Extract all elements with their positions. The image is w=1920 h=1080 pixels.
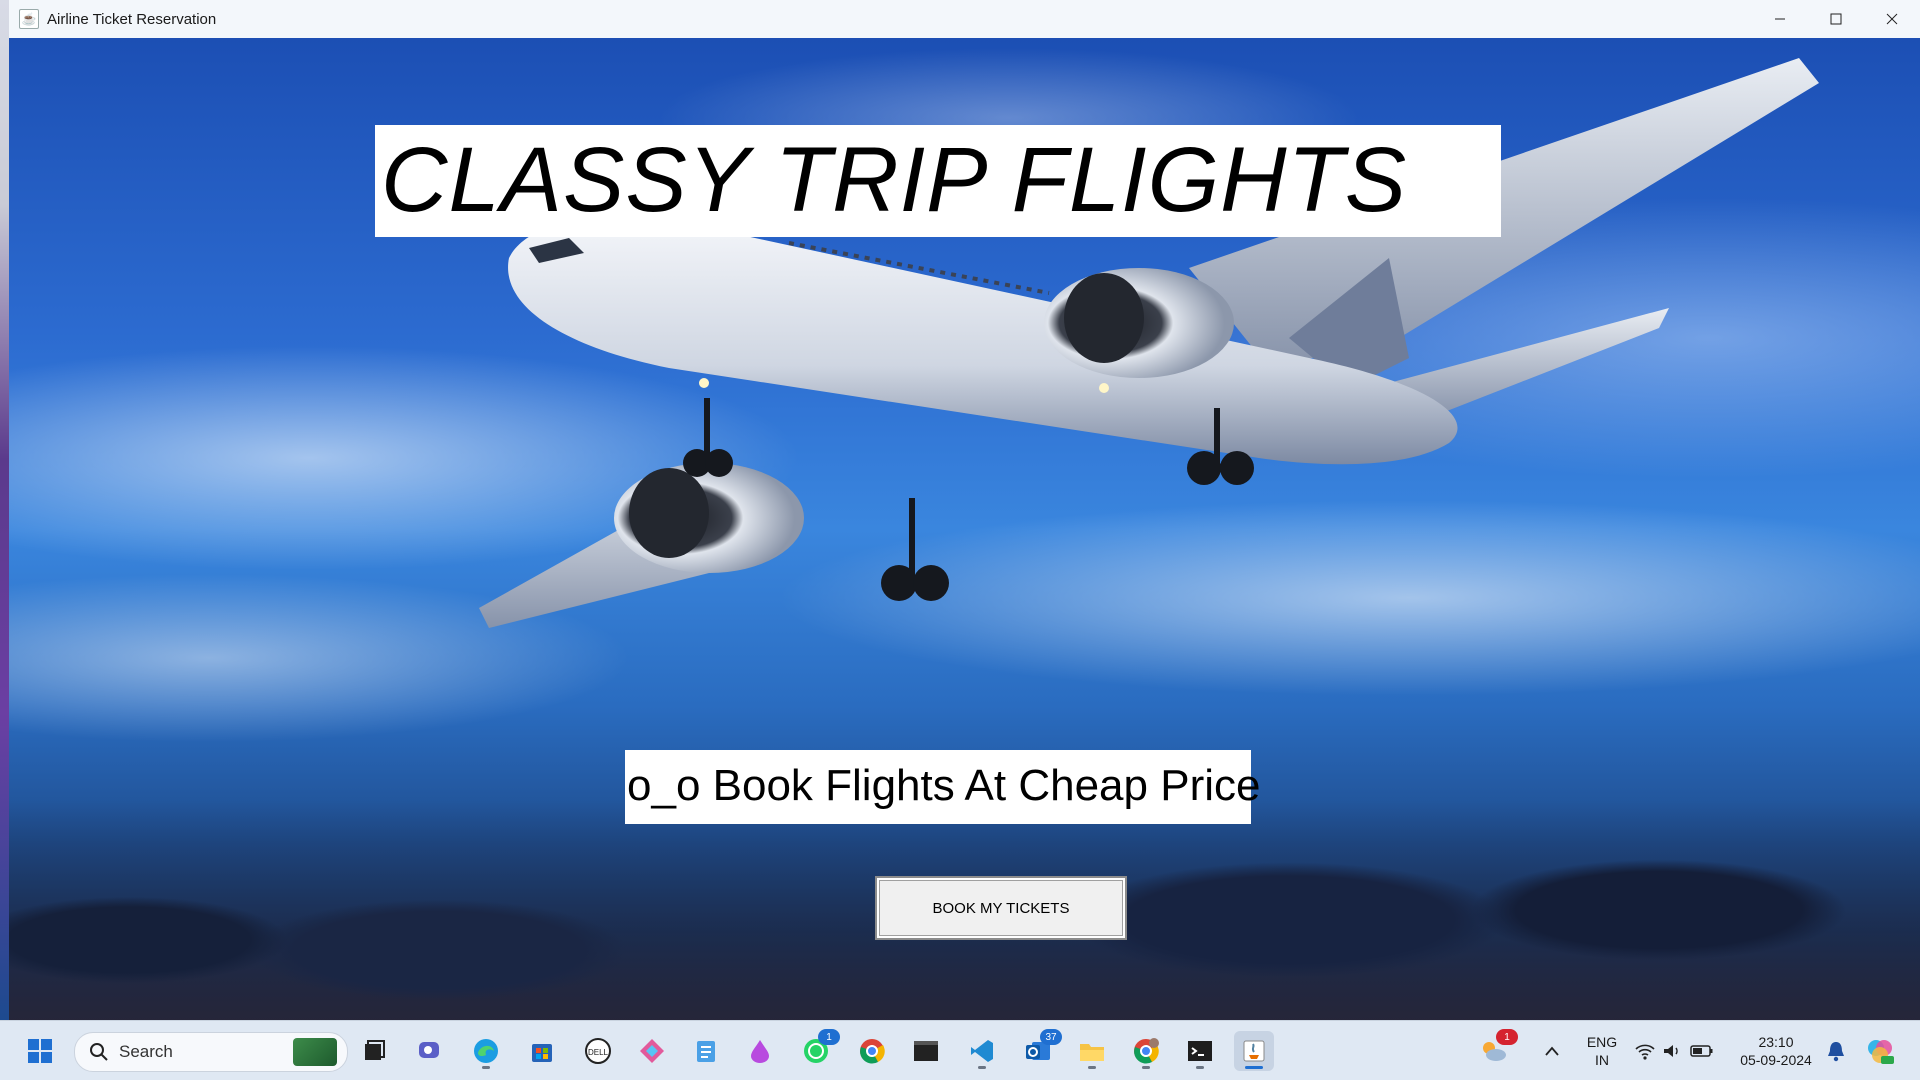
outlook-badge: 37 bbox=[1040, 1029, 1062, 1045]
brand-title: CLASSY TRIP FLIGHTS bbox=[381, 129, 1408, 231]
chrome-profile-icon bbox=[1134, 1038, 1159, 1064]
window-controls bbox=[1752, 0, 1920, 38]
taskbar: Search DELL 1 37 1 ENG IN 23:10 05-09-20… bbox=[0, 1020, 1920, 1080]
show-hidden-icons-button[interactable] bbox=[1532, 1031, 1572, 1071]
copilot-button[interactable] bbox=[1860, 1031, 1900, 1071]
taskbar-teams[interactable] bbox=[410, 1031, 450, 1071]
title-bar[interactable]: ☕ Airline Ticket Reservation bbox=[9, 0, 1920, 39]
vscode-icon bbox=[971, 1040, 993, 1062]
taskbar-drop-app[interactable] bbox=[740, 1031, 780, 1071]
store-icon bbox=[532, 1044, 552, 1062]
active-indicator bbox=[1245, 1066, 1263, 1069]
running-indicator bbox=[482, 1066, 490, 1069]
maximize-icon bbox=[1830, 13, 1842, 25]
svg-text:DELL: DELL bbox=[588, 1048, 609, 1057]
region-code: IN bbox=[1595, 1052, 1609, 1068]
book-my-tickets-button[interactable]: BOOK MY TICKETS bbox=[875, 876, 1127, 940]
taskbar-chrome[interactable] bbox=[852, 1031, 892, 1071]
task-view-button[interactable] bbox=[354, 1031, 394, 1071]
running-indicator bbox=[1088, 1066, 1096, 1069]
whatsapp-badge: 1 bbox=[818, 1029, 840, 1045]
tagline-panel: o_o Book Flights At Cheap Price bbox=[625, 750, 1260, 824]
clock[interactable]: 23:10 05-09-2024 bbox=[1732, 1033, 1820, 1069]
notifications-button[interactable] bbox=[1816, 1031, 1856, 1071]
edge-icon bbox=[474, 1039, 498, 1063]
weather-badge: 1 bbox=[1496, 1029, 1518, 1045]
clock-date: 05-09-2024 bbox=[1740, 1052, 1812, 1068]
desktop-background-edge bbox=[0, 0, 9, 1020]
task-view-icon bbox=[365, 1040, 385, 1060]
taskbar-search[interactable]: Search bbox=[74, 1032, 348, 1072]
clock-time: 23:10 bbox=[1758, 1034, 1794, 1050]
tagline: o_o Book Flights At Cheap Price bbox=[627, 761, 1261, 810]
window-title: Airline Ticket Reservation bbox=[47, 10, 217, 28]
weather-widget[interactable]: 1 bbox=[1474, 1029, 1518, 1071]
teams-icon bbox=[419, 1042, 439, 1058]
java-app-icon: ☕ bbox=[19, 9, 39, 29]
brand-title-panel: CLASSY TRIP FLIGHTS bbox=[375, 125, 1501, 237]
chevron-up-icon bbox=[1545, 1046, 1559, 1056]
quick-settings-button[interactable] bbox=[1626, 1031, 1722, 1071]
taskbar-whatsapp[interactable]: 1 bbox=[796, 1029, 840, 1071]
minimize-icon bbox=[1775, 18, 1785, 20]
search-label: Search bbox=[119, 1042, 173, 1061]
taskbar-dell[interactable]: DELL bbox=[578, 1031, 618, 1071]
maximize-button[interactable] bbox=[1808, 0, 1864, 38]
close-icon bbox=[1886, 13, 1898, 25]
taskbar-chrome-profile[interactable] bbox=[1126, 1031, 1166, 1071]
battery-icon bbox=[1690, 1045, 1713, 1057]
close-button[interactable] bbox=[1864, 0, 1920, 38]
taskbar-command-prompt[interactable] bbox=[1180, 1031, 1220, 1071]
background-image: CLASSY TRIP FLIGHTS o_o Book Flights At … bbox=[9, 38, 1920, 1020]
folder-icon bbox=[1080, 1044, 1104, 1061]
taskbar-outlook[interactable]: 37 bbox=[1018, 1029, 1062, 1071]
taskbar-file-explorer[interactable] bbox=[1072, 1031, 1112, 1071]
search-highlight-icon bbox=[293, 1038, 337, 1066]
java-icon bbox=[1243, 1040, 1265, 1062]
terminal-icon bbox=[914, 1041, 938, 1061]
notepad-icon bbox=[697, 1041, 715, 1062]
diamond-app-icon bbox=[640, 1039, 664, 1063]
chrome-icon bbox=[860, 1039, 885, 1064]
taskbar-notepad[interactable] bbox=[686, 1031, 726, 1071]
taskbar-store[interactable] bbox=[522, 1031, 562, 1071]
taskbar-app-diamond[interactable] bbox=[632, 1031, 672, 1071]
drop-app-icon bbox=[751, 1040, 769, 1063]
running-indicator bbox=[1196, 1066, 1204, 1069]
screen: ☕ Airline Ticket Reservation CLASSY TRIP… bbox=[0, 0, 1920, 1080]
search-icon bbox=[90, 1043, 108, 1061]
dell-icon: DELL bbox=[585, 1038, 611, 1064]
taskbar-terminal-window[interactable] bbox=[906, 1031, 946, 1071]
running-indicator bbox=[1142, 1066, 1150, 1069]
language-code: ENG bbox=[1586, 1034, 1618, 1050]
cmd-icon bbox=[1188, 1041, 1212, 1061]
windows-logo-icon bbox=[28, 1039, 52, 1063]
taskbar-java-app[interactable] bbox=[1234, 1031, 1274, 1071]
wifi-icon bbox=[1635, 1044, 1655, 1060]
bell-icon bbox=[1828, 1042, 1844, 1062]
volume-icon bbox=[1664, 1045, 1678, 1057]
taskbar-vscode[interactable] bbox=[962, 1031, 1002, 1071]
app-window: ☕ Airline Ticket Reservation CLASSY TRIP… bbox=[9, 0, 1920, 1020]
language-indicator[interactable]: ENG IN bbox=[1582, 1033, 1622, 1069]
start-button[interactable] bbox=[20, 1031, 60, 1071]
taskbar-edge[interactable] bbox=[466, 1031, 506, 1071]
minimize-button[interactable] bbox=[1752, 0, 1808, 38]
running-indicator bbox=[978, 1066, 986, 1069]
copilot-icon bbox=[1868, 1040, 1894, 1064]
